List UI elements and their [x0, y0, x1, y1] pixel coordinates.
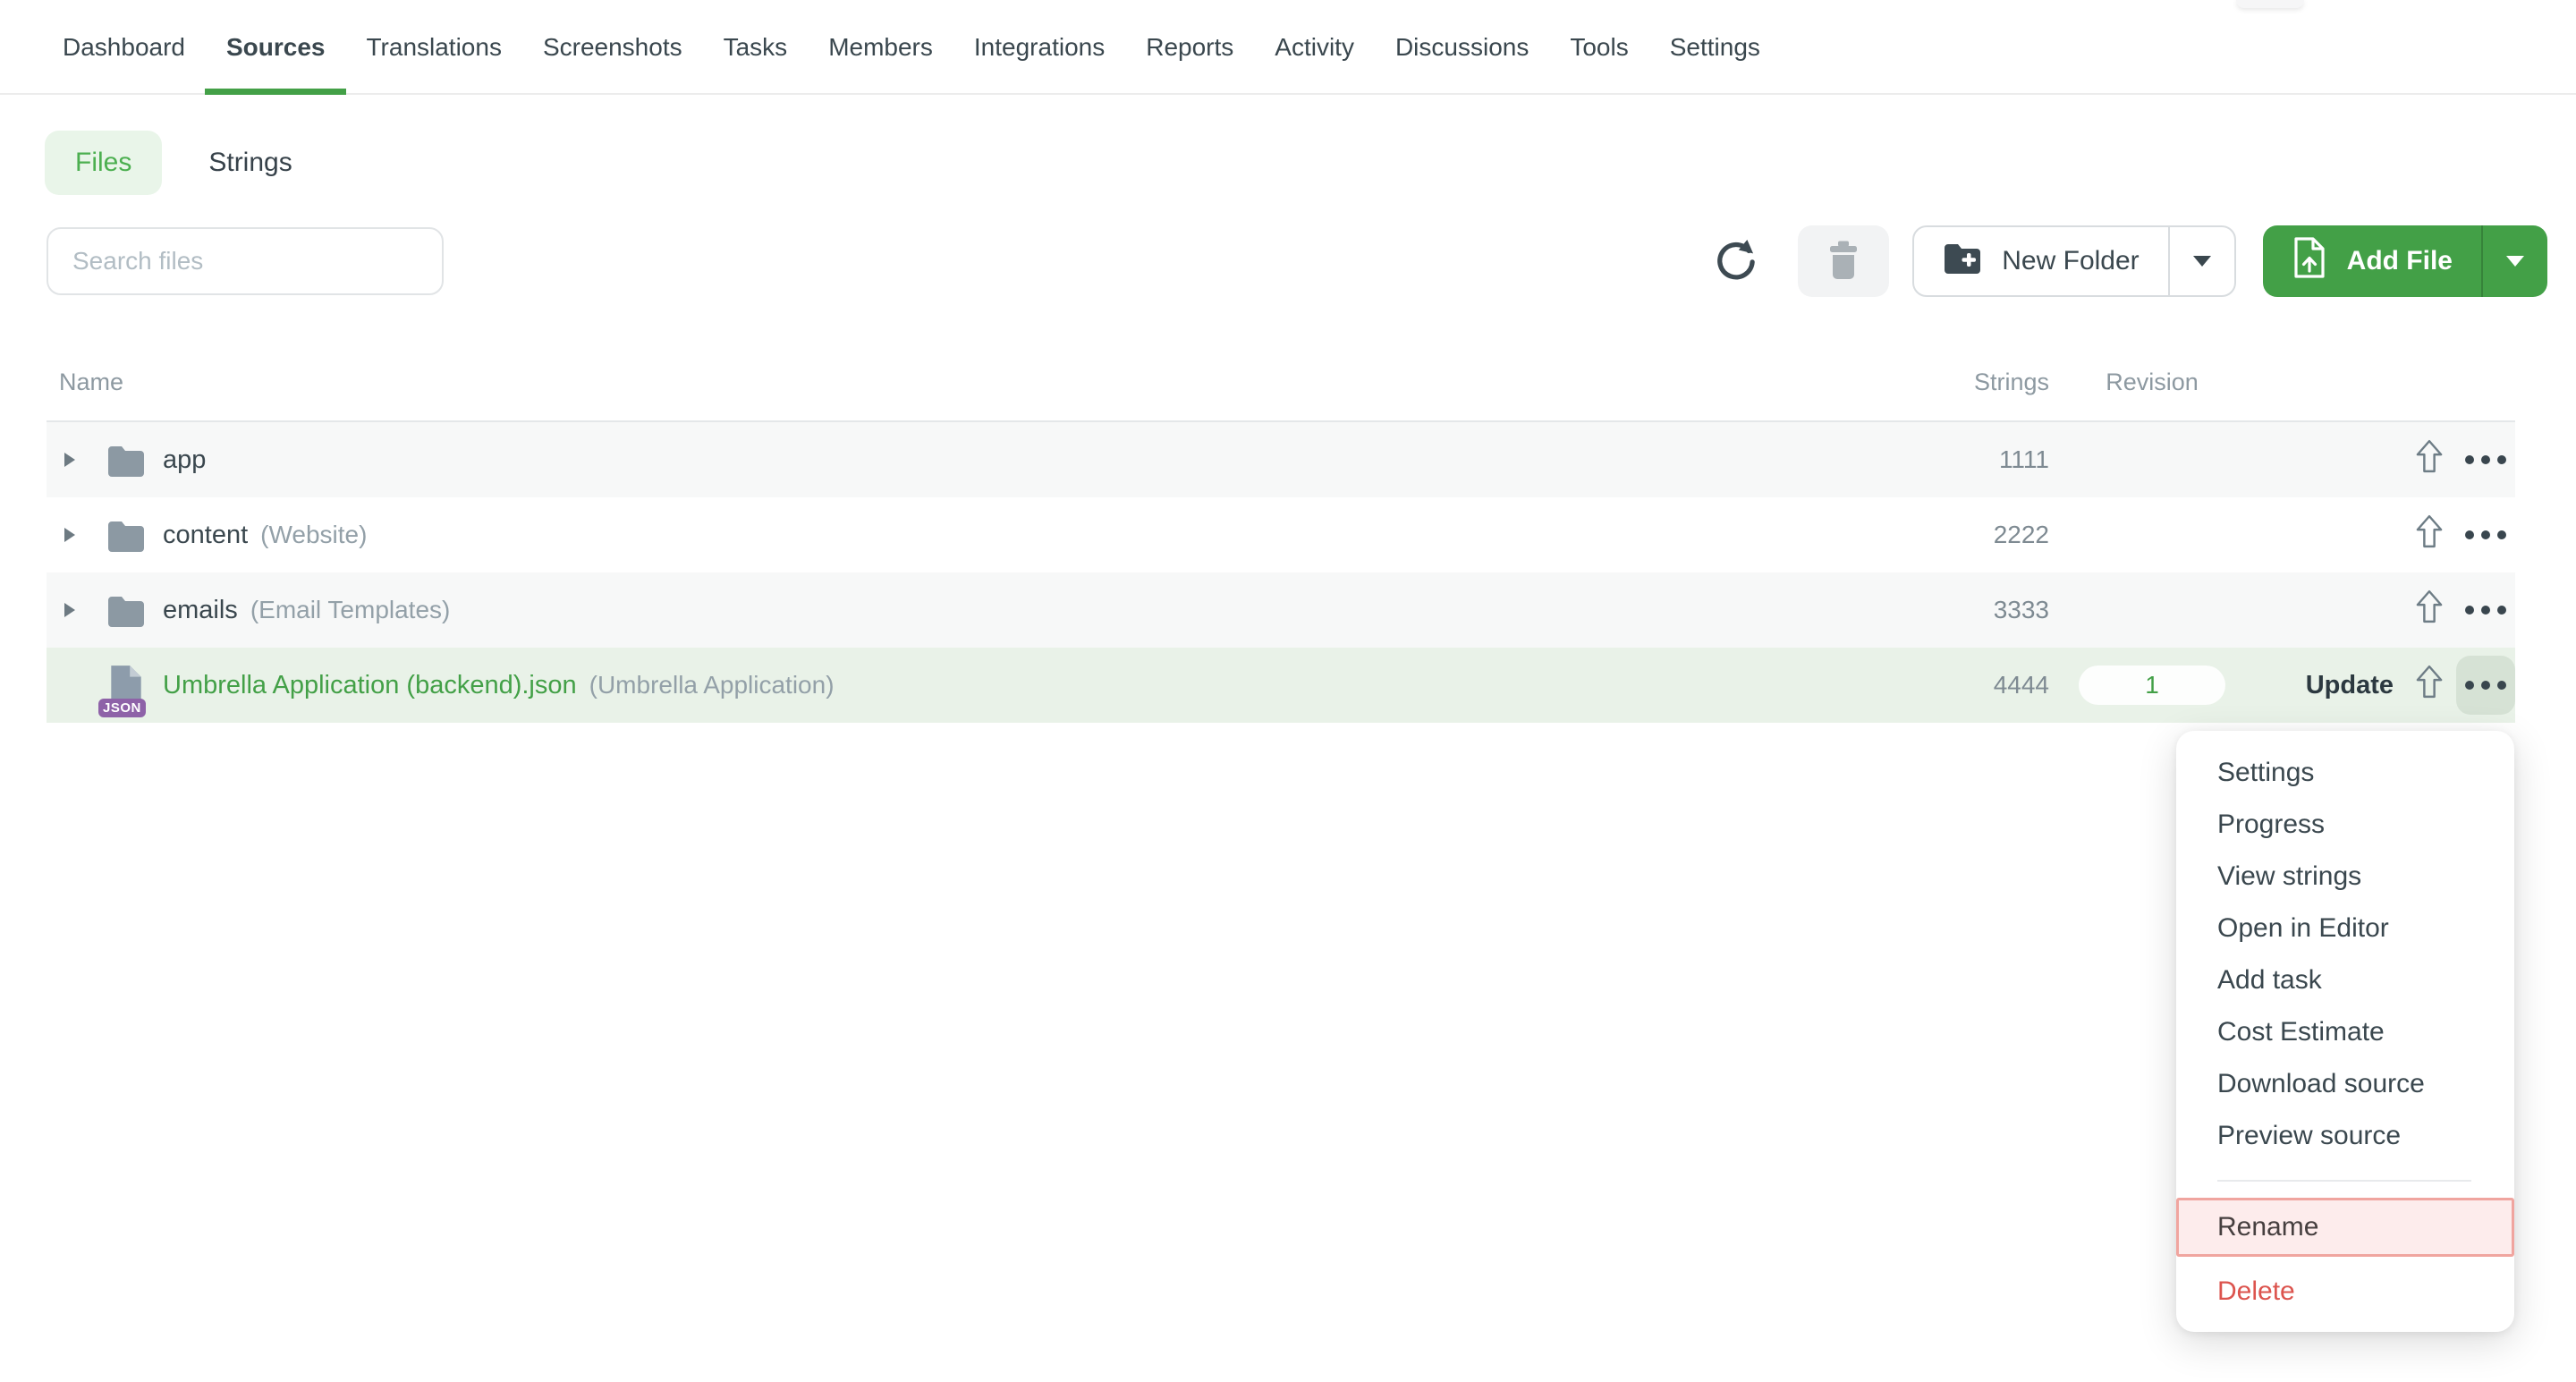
revision-badge: 1: [2079, 666, 2225, 705]
menu-divider: [2217, 1180, 2471, 1182]
table-row[interactable]: emails (Email Templates) 3333: [47, 572, 2515, 648]
table-row[interactable]: content (Website) 2222: [47, 497, 2515, 572]
folder-name[interactable]: emails: [163, 596, 238, 625]
partial-popup-edge: [2236, 0, 2304, 8]
upload-icon[interactable]: [2416, 439, 2443, 480]
delete-selected-button[interactable]: [1798, 225, 1889, 297]
folder-icon: [106, 593, 147, 627]
folder-note: (Website): [260, 521, 367, 549]
new-folder-dropdown-button[interactable]: [2170, 227, 2234, 295]
menu-item-cost-estimate[interactable]: Cost Estimate: [2176, 1006, 2514, 1058]
project-nav: Dashboard Sources Translations Screensho…: [0, 0, 2576, 95]
table-header: Name Strings Revision: [47, 343, 2515, 422]
file-note: (Umbrella Application): [589, 671, 835, 699]
nav-item-sources[interactable]: Sources: [226, 32, 326, 93]
trash-icon: [1826, 240, 1861, 284]
nav-item-tasks[interactable]: Tasks: [724, 32, 788, 93]
ellipsis-menu-icon[interactable]: [2465, 530, 2474, 539]
menu-item-add-task[interactable]: Add task: [2176, 954, 2514, 1006]
folder-name[interactable]: app: [163, 445, 206, 475]
strings-count: 4444: [1915, 671, 2049, 699]
folder-note: (Email Templates): [250, 596, 451, 624]
nav-item-integrations[interactable]: Integrations: [974, 32, 1105, 93]
file-name[interactable]: Umbrella Application (backend).json: [163, 671, 577, 700]
add-file-button[interactable]: Add File: [2263, 225, 2483, 297]
menu-item-settings[interactable]: Settings: [2176, 747, 2514, 799]
file-context-menu: Settings Progress View strings Open in E…: [2176, 731, 2514, 1332]
nav-item-discussions[interactable]: Discussions: [1395, 32, 1529, 93]
json-badge: JSON: [98, 699, 146, 717]
nav-item-translations[interactable]: Translations: [366, 32, 501, 93]
ellipsis-menu-button-active[interactable]: [2456, 656, 2515, 715]
menu-item-download-source[interactable]: Download source: [2176, 1058, 2514, 1110]
expand-caret-icon[interactable]: [64, 603, 75, 617]
tab-strings[interactable]: Strings: [208, 148, 292, 178]
new-folder-label: New Folder: [2002, 246, 2139, 276]
strings-count: 1111: [1915, 445, 2049, 474]
files-table: Name Strings Revision app 1111: [47, 343, 2515, 723]
nav-item-reports[interactable]: Reports: [1146, 32, 1233, 93]
new-folder-split-button: New Folder: [1912, 225, 2235, 297]
file-upload-icon: [2292, 236, 2327, 286]
table-row[interactable]: app 1111: [47, 422, 2515, 497]
nav-item-settings[interactable]: Settings: [1670, 32, 1760, 93]
folder-plus-icon: [1943, 241, 1982, 282]
nav-item-members[interactable]: Members: [828, 32, 933, 93]
add-file-dropdown-button[interactable]: [2483, 225, 2547, 297]
menu-item-open-in-editor[interactable]: Open in Editor: [2176, 903, 2514, 954]
add-file-label: Add File: [2347, 246, 2453, 276]
search-input[interactable]: [47, 227, 444, 295]
json-file-icon: JSON: [106, 664, 147, 707]
ellipsis-menu-icon[interactable]: [2465, 455, 2474, 464]
menu-item-preview-source[interactable]: Preview source: [2176, 1110, 2514, 1162]
add-file-split-button: Add File: [2263, 225, 2547, 297]
nav-item-activity[interactable]: Activity: [1275, 32, 1354, 93]
menu-item-progress[interactable]: Progress: [2176, 799, 2514, 851]
folder-icon: [106, 443, 147, 477]
folder-icon: [106, 518, 147, 552]
nav-item-tools[interactable]: Tools: [1570, 32, 1628, 93]
menu-item-rename[interactable]: Rename: [2176, 1198, 2514, 1257]
chevron-down-icon: [2506, 256, 2524, 267]
upload-icon[interactable]: [2416, 589, 2443, 631]
upload-icon[interactable]: [2416, 514, 2443, 555]
expand-caret-icon[interactable]: [64, 528, 75, 542]
column-header-revision: Revision: [2049, 369, 2255, 396]
table-row-selected[interactable]: JSON Umbrella Application (backend).json…: [47, 648, 2515, 723]
update-link[interactable]: Update: [2306, 671, 2394, 699]
column-header-name: Name: [47, 369, 1915, 396]
nav-item-screenshots[interactable]: Screenshots: [543, 32, 682, 93]
menu-item-delete[interactable]: Delete: [2176, 1266, 2514, 1318]
refresh-button[interactable]: [1714, 240, 1755, 284]
ellipsis-menu-icon[interactable]: [2465, 606, 2474, 615]
ellipsis-menu-icon: [2465, 681, 2474, 690]
folder-name[interactable]: content: [163, 521, 248, 550]
nav-item-dashboard[interactable]: Dashboard: [63, 32, 185, 93]
files-toolbar: New Folder Add File: [47, 225, 2547, 297]
menu-item-view-strings[interactable]: View strings: [2176, 851, 2514, 903]
column-header-strings: Strings: [1915, 369, 2049, 396]
strings-count: 3333: [1915, 596, 2049, 624]
new-folder-button[interactable]: New Folder: [1914, 227, 2169, 295]
chevron-down-icon: [2193, 256, 2211, 267]
tab-files[interactable]: Files: [45, 131, 162, 195]
view-tabs: Files Strings: [45, 131, 2576, 195]
refresh-icon: [1714, 240, 1755, 284]
upload-icon[interactable]: [2416, 665, 2443, 706]
expand-caret-icon[interactable]: [64, 453, 75, 467]
strings-count: 2222: [1915, 521, 2049, 549]
